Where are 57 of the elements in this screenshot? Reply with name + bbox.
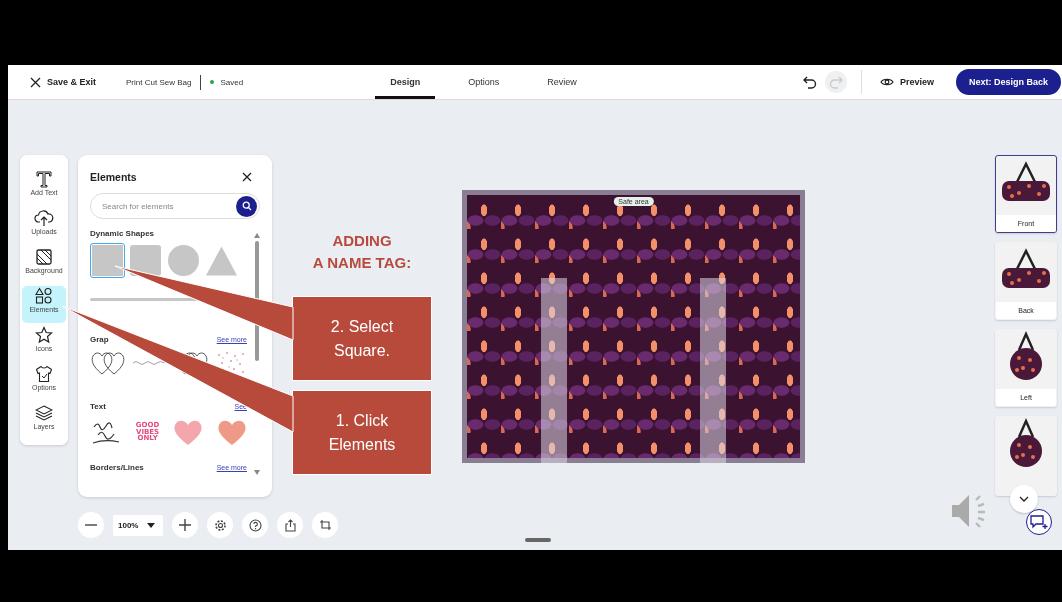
close-button[interactable]: [242, 172, 252, 182]
zoom-out-button[interactable]: [78, 512, 104, 538]
star-icon: [35, 326, 53, 344]
zoom-dropdown[interactable]: 100%: [113, 514, 164, 536]
search-icon: [241, 201, 252, 211]
tab[interactable]: Design: [375, 65, 436, 99]
help-button[interactable]: [242, 512, 269, 538]
shirt-icon: [35, 365, 53, 383]
view-thumbnail[interactable]: [995, 416, 1057, 496]
status-dot: [210, 80, 215, 84]
background-image-icon: [35, 248, 53, 266]
settings-button[interactable]: [207, 512, 234, 538]
callout-box: 2. Select Square.: [293, 297, 431, 380]
tab[interactable]: Review: [532, 65, 592, 99]
callout-box: 1. Click Elements: [293, 391, 431, 474]
share-icon: [284, 518, 296, 532]
search-button[interactable]: [236, 195, 257, 217]
text-icon: [35, 170, 53, 188]
zoom-in-button[interactable]: [172, 512, 199, 538]
section-title: Grap: [90, 335, 109, 344]
preview-button[interactable]: Preview: [879, 77, 934, 87]
scroll-down-arrow-icon[interactable]: [253, 470, 260, 475]
minus-icon: [85, 524, 97, 526]
help-icon: [248, 518, 262, 532]
crop-icon: [318, 519, 332, 531]
chevron-down-icon: [1019, 496, 1029, 502]
confetti-graphic[interactable]: [215, 350, 247, 376]
share-button[interactable]: [277, 512, 304, 538]
cloud-upload-icon: [34, 209, 54, 227]
panel-title: Elements: [90, 171, 137, 183]
caret-icon: [147, 522, 156, 528]
save-status: Saved: [220, 77, 244, 87]
save-and-exit-button[interactable]: Save & Exit: [30, 76, 97, 88]
tab[interactable]: Options: [453, 65, 515, 99]
chat-icon: [1030, 514, 1048, 530]
section-title: Text: [90, 402, 106, 411]
section-title: Dynamic Shapes: [90, 229, 155, 238]
layers-icon: [35, 404, 53, 422]
section-title: Borders/Lines: [90, 463, 144, 472]
scroll-up-arrow-icon[interactable]: [253, 233, 260, 238]
crop-button[interactable]: [312, 512, 339, 538]
annotation-title: ADDING A NAME TAG:: [312, 231, 412, 273]
close-icon: [242, 172, 252, 182]
undo-icon: [802, 75, 817, 89]
settings-icon: [213, 518, 227, 532]
hearts-graphic[interactable]: [90, 350, 126, 376]
plus-icon: [179, 519, 192, 531]
next-button[interactable]: Next: Design Back: [955, 69, 1061, 95]
eye-icon: [879, 77, 894, 87]
drag-handle[interactable]: [525, 538, 551, 542]
project-name: Print Cut Sew Bag: [126, 77, 192, 87]
shapes-icon: [35, 287, 53, 305]
redo-icon: [828, 75, 843, 89]
search-input[interactable]: Search for elements: [100, 200, 236, 212]
chat-button[interactable]: [1026, 509, 1052, 535]
square-shape[interactable]: [90, 243, 125, 278]
close-icon: [30, 76, 41, 88]
